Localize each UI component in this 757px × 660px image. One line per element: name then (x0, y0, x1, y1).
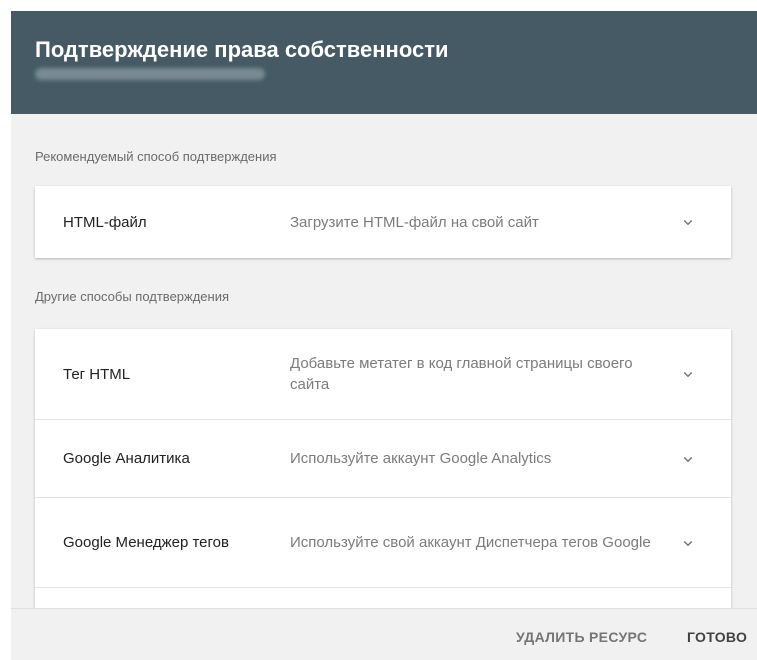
chevron-down-icon[interactable] (679, 534, 697, 552)
method-row-html-file[interactable]: HTML-файл Загрузите HTML-файл на свой са… (35, 186, 731, 258)
dialog-title: Подтверждение права собственности (35, 37, 449, 62)
method-name: HTML-файл (63, 213, 147, 231)
dialog-header: Подтверждение права собственности (11, 11, 757, 114)
method-description: Используйте аккаунт Google Analytics (290, 450, 552, 467)
chevron-down-icon[interactable] (679, 213, 697, 231)
delete-property-button[interactable]: УДАЛИТЬ РЕСУРС (516, 629, 647, 645)
other-methods-card: Тег HTML Добавьте метатег в код главной … (35, 329, 731, 629)
recommended-method-label: Рекомендуемый способ подтверждения (35, 149, 277, 164)
method-row-google-tag-manager[interactable]: Google Менеджер тегов Используйте свой а… (35, 497, 731, 587)
method-description: Загрузите HTML-файл на свой сайт (290, 213, 539, 231)
method-name: Тег HTML (63, 365, 131, 383)
method-description: Добавьте метатег в код главной страницы … (290, 355, 633, 393)
method-row-google-analytics[interactable]: Google Аналитика Используйте аккаунт Goo… (35, 419, 731, 497)
done-button[interactable]: ГОТОВО (687, 629, 747, 645)
dialog-footer: УДАЛИТЬ РЕСУРС ГОТОВО (11, 608, 757, 660)
other-methods-label: Другие способы подтверждения (35, 289, 230, 304)
verification-dialog: Подтверждение права собственности Рекоме… (11, 11, 757, 660)
method-name: Google Менеджер тегов (63, 534, 229, 551)
chevron-down-icon[interactable] (679, 365, 697, 383)
property-url (35, 68, 265, 80)
chevron-down-icon[interactable] (679, 450, 697, 468)
recommended-method-card: HTML-файл Загрузите HTML-файл на свой са… (35, 186, 731, 258)
method-description: Используйте свой аккаунт Диспетчера тего… (290, 534, 651, 551)
method-row-html-tag[interactable]: Тег HTML Добавьте метатег в код главной … (35, 329, 731, 419)
method-name: Google Аналитика (63, 450, 190, 467)
